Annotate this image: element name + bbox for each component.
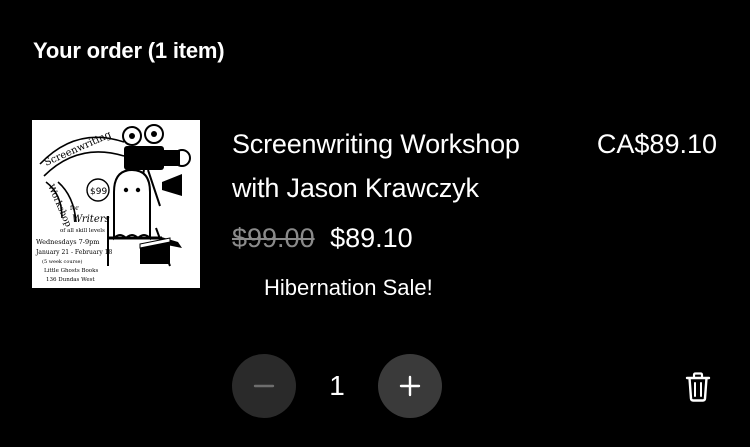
- sale-price: $89.10: [330, 223, 413, 253]
- decrease-quantity-button[interactable]: [232, 354, 296, 418]
- remove-item-button[interactable]: [682, 370, 714, 404]
- poster-price-tag: $99: [90, 187, 107, 197]
- product-image[interactable]: Screenwriting Workshop $99 for Writers o…: [32, 120, 200, 288]
- poster-for: for: [70, 205, 79, 212]
- trash-icon: [685, 372, 711, 402]
- minus-icon: [253, 384, 275, 388]
- price-row: $99.00 $89.10: [232, 216, 413, 260]
- poster-dates: January 21 - February 18: [35, 249, 112, 256]
- product-title[interactable]: Screenwriting Workshop with Jason Krawcz…: [232, 122, 572, 210]
- order-heading: Your order (1 item): [33, 38, 225, 63]
- poster-audience: Writers: [72, 214, 110, 225]
- poster-venue2: 136 Dundas West: [46, 277, 95, 283]
- line-total: CA$89.10: [596, 129, 717, 159]
- poster-days: Wednesdays 7-9pm: [36, 238, 99, 246]
- poster-skill: of all skill levels: [60, 228, 105, 234]
- poster-weeks: (5 week course): [42, 258, 82, 265]
- quantity-value: 1: [329, 370, 345, 401]
- promotion-label: Hibernation Sale!: [264, 275, 433, 300]
- plus-icon: [399, 375, 421, 397]
- increase-quantity-button[interactable]: [378, 354, 442, 418]
- poster-venue1: Little Ghosts Books: [44, 268, 98, 274]
- original-price: $99.00: [232, 223, 315, 253]
